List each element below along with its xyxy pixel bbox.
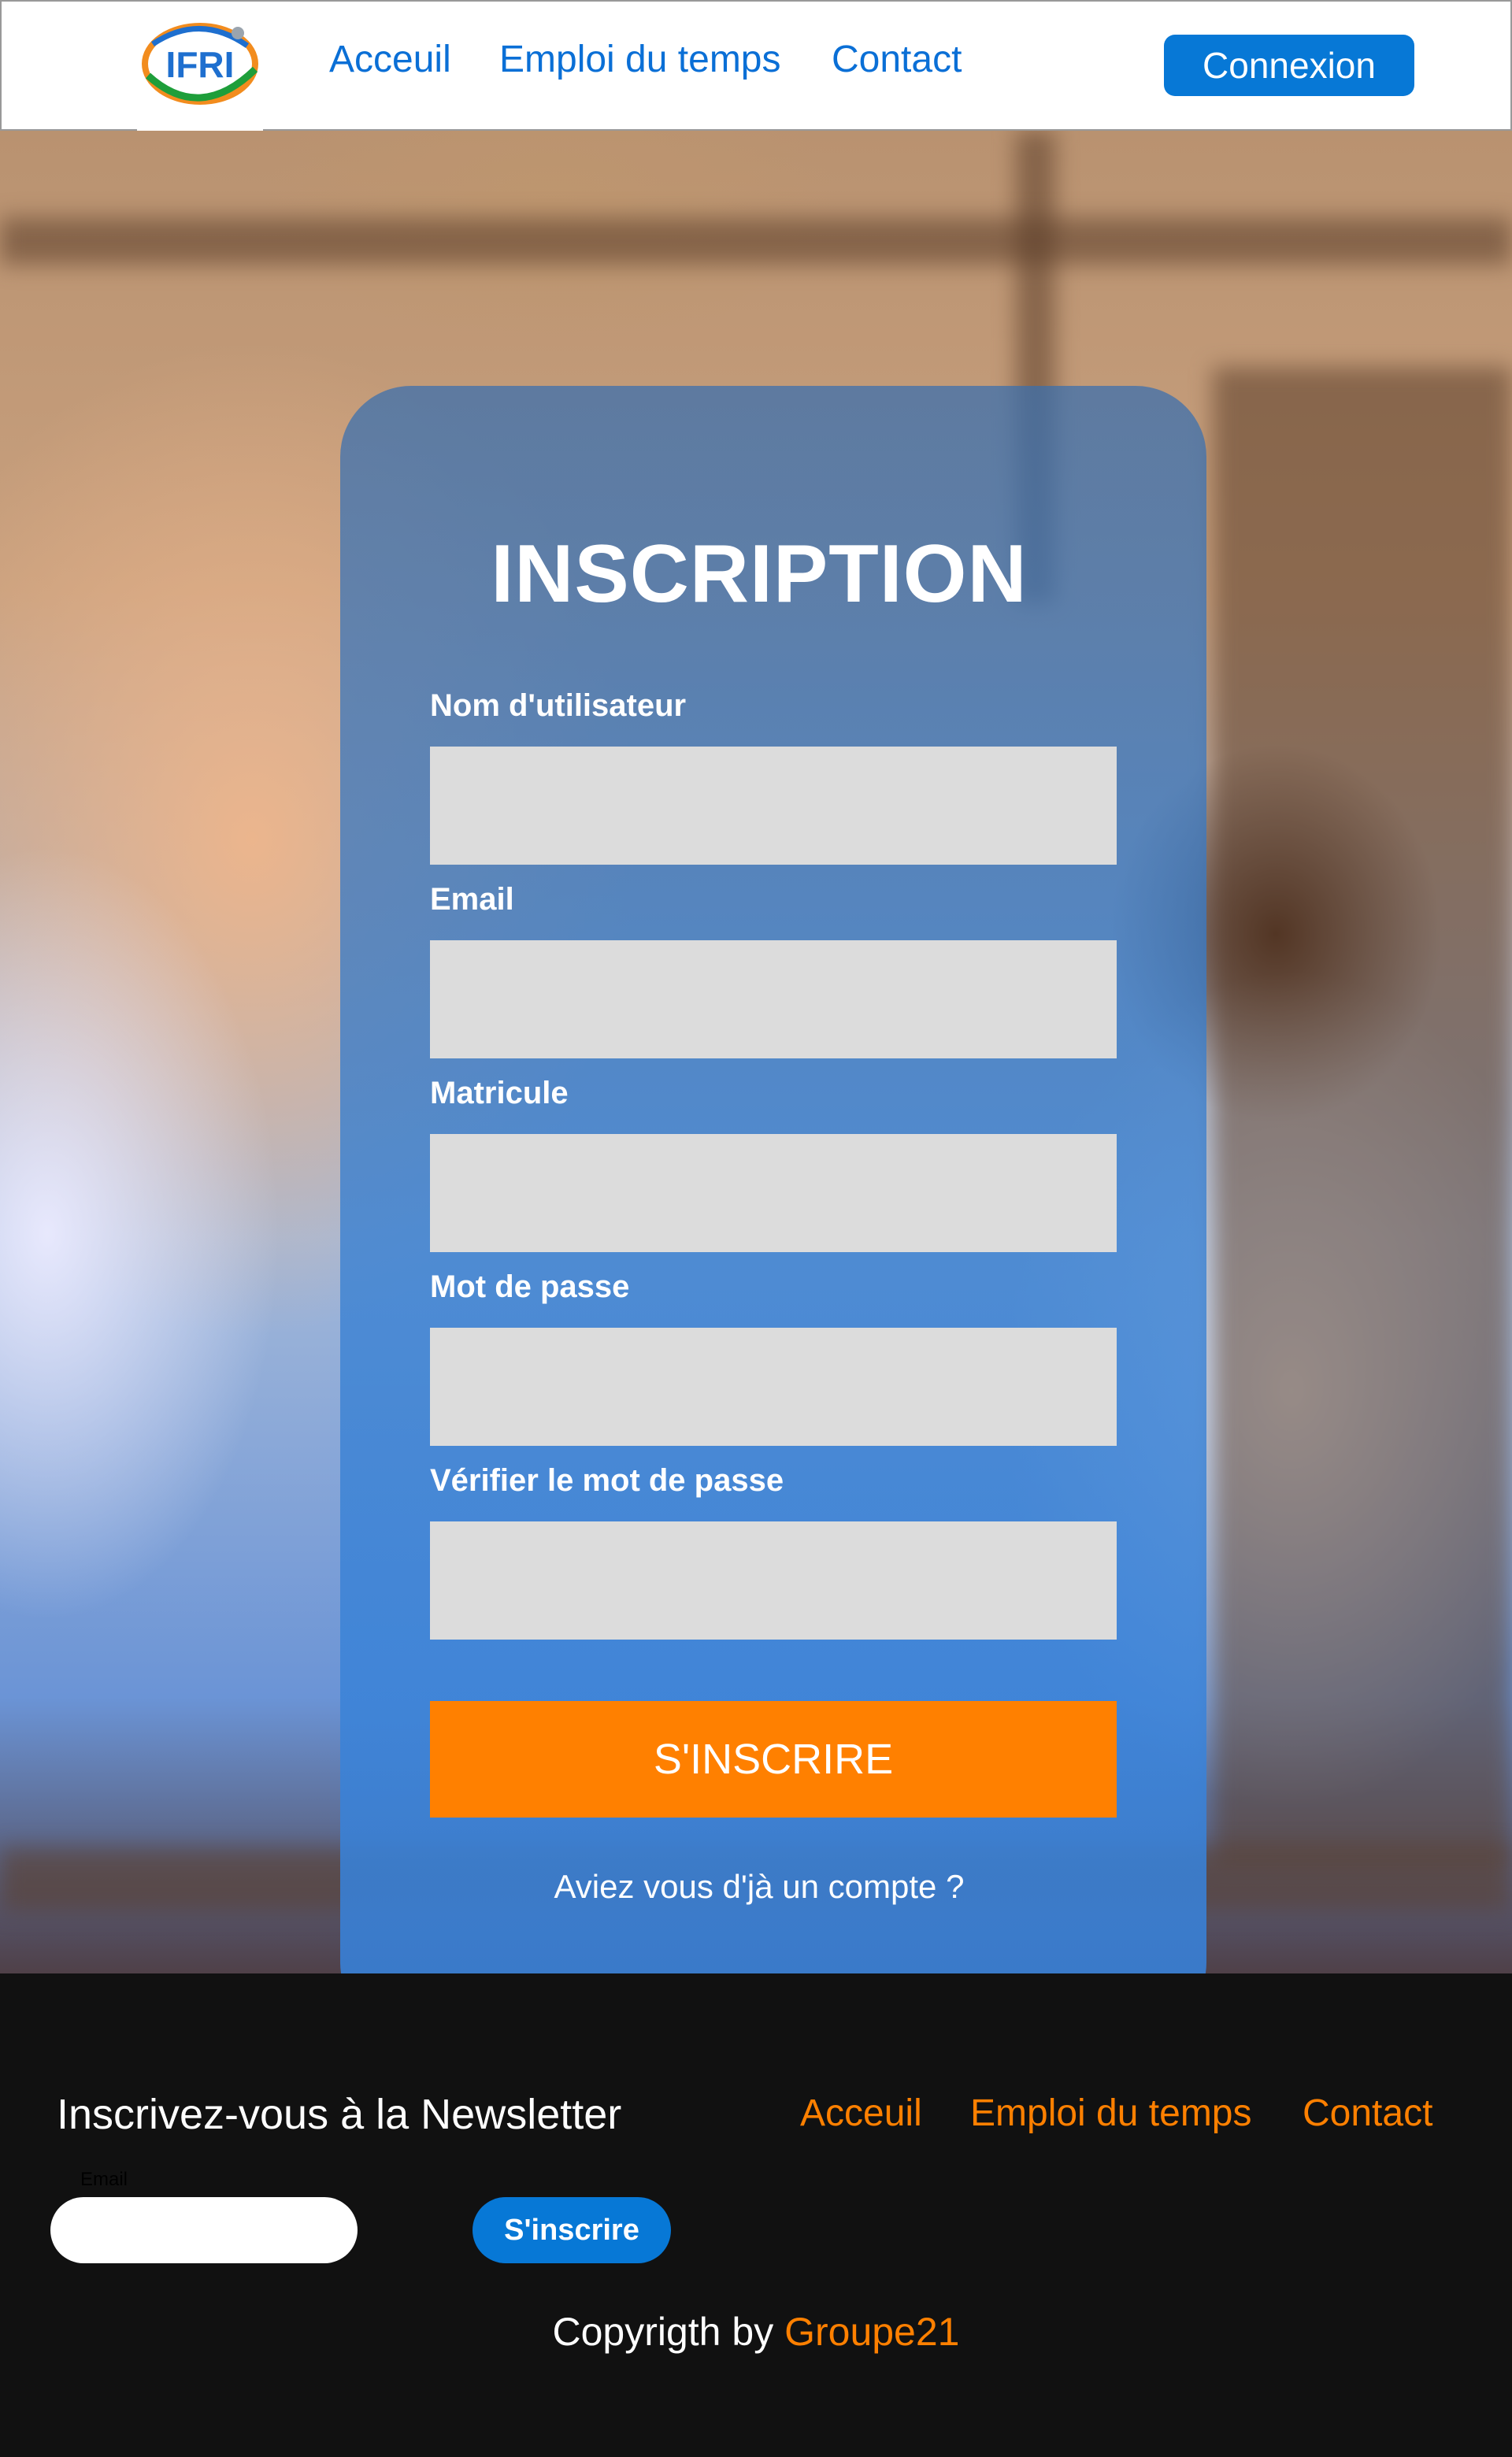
ifri-logo[interactable]: IFRI (137, 13, 263, 132)
newsletter-email-input[interactable] (50, 2197, 358, 2263)
nav-emploi-du-temps[interactable]: Emploi du temps (499, 38, 781, 81)
footer: Inscrivez-vous à la Newsletter Acceuil E… (0, 1973, 1512, 2457)
copyright-brand: Groupe21 (784, 2310, 960, 2354)
username-label: Nom d'utilisateur (430, 688, 687, 723)
copyright-text: Copyrigth by (552, 2310, 785, 2354)
newsletter-subscribe-button[interactable]: S'inscrire (472, 2197, 671, 2263)
confirm-password-label: Vérifier le mot de passe (430, 1463, 784, 1498)
email-label: Email (430, 882, 514, 917)
matricule-input[interactable] (430, 1134, 1117, 1252)
background-beam (0, 217, 1512, 265)
footer-nav-emploi-du-temps[interactable]: Emploi du temps (970, 2092, 1252, 2135)
matricule-label: Matricule (430, 1076, 569, 1110)
connexion-button[interactable]: Connexion (1164, 35, 1414, 96)
sinscrire-button[interactable]: S'INSCRIRE (430, 1701, 1117, 1818)
background-figure (1213, 367, 1512, 1863)
newsletter-email-label: Email (80, 2169, 128, 2190)
password-label: Mot de passe (430, 1269, 630, 1304)
nav-acceuil[interactable]: Acceuil (329, 38, 451, 81)
ifri-logo-icon: IFRI (142, 23, 258, 105)
footer-nav-contact[interactable]: Contact (1303, 2092, 1432, 2135)
username-input[interactable] (430, 747, 1117, 865)
password-input[interactable] (430, 1328, 1117, 1446)
nav-contact[interactable]: Contact (832, 38, 962, 81)
newsletter-title: Inscrivez-vous à la Newsletter (57, 2091, 622, 2138)
svg-text:IFRI: IFRI (166, 44, 235, 85)
registration-card: INSCRIPTION Nom d'utilisateur Email Matr… (340, 386, 1206, 1973)
footer-nav-acceuil[interactable]: Acceuil (800, 2092, 922, 2135)
top-header: IFRI Acceuil Emploi du temps Contact Con… (0, 0, 1512, 132)
form-title: INSCRIPTION (491, 528, 1028, 620)
copyright: Copyrigth by Groupe21 (0, 2309, 1512, 2355)
existing-account-link[interactable]: Aviez vous d'jà un compte ? (340, 1868, 1178, 1906)
hero-background: INSCRIPTION Nom d'utilisateur Email Matr… (0, 131, 1512, 1973)
confirm-password-input[interactable] (430, 1521, 1117, 1640)
email-input[interactable] (430, 940, 1117, 1058)
